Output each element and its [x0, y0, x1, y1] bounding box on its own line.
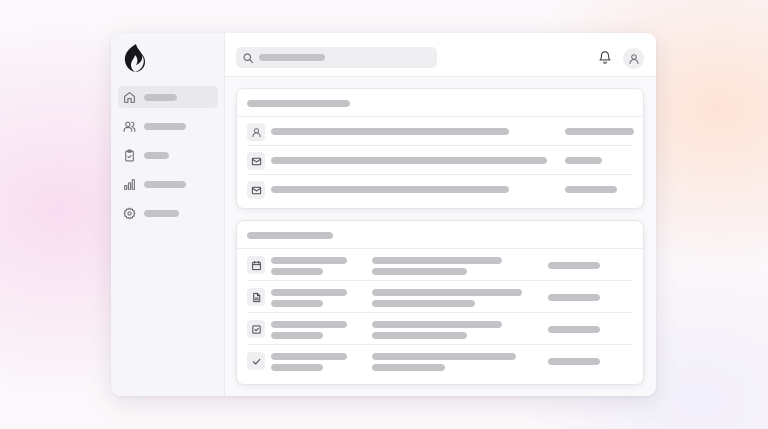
users-icon — [123, 121, 136, 132]
document-icon — [252, 292, 260, 302]
sidebar-item-analytics[interactable] — [118, 173, 218, 195]
bar-chart-icon — [124, 178, 135, 190]
avatar[interactable] — [623, 48, 644, 69]
row-desc-placeholder — [372, 332, 467, 339]
card-title-placeholder — [247, 100, 350, 107]
row-desc-placeholder — [372, 321, 502, 328]
row-text-placeholder — [271, 157, 547, 164]
row-icon — [247, 256, 265, 274]
user-icon — [628, 53, 639, 64]
sidebar-item-users[interactable] — [118, 115, 218, 137]
row-meta-placeholder — [548, 294, 600, 301]
row-meta-placeholder — [548, 358, 600, 365]
row-text-placeholder — [271, 186, 509, 193]
sidebar-item-label-placeholder — [144, 151, 169, 159]
sidebar-item-label-placeholder — [144, 93, 177, 101]
row-desc-placeholder — [372, 289, 522, 296]
top-bar — [225, 33, 656, 77]
sidebar-item-label-placeholder — [144, 122, 186, 130]
row-meta-placeholder — [565, 157, 602, 164]
sidebar-item-label-placeholder — [144, 209, 179, 217]
row-meta-placeholder — [565, 186, 617, 193]
mail-icon — [251, 157, 261, 165]
flame-logo-icon[interactable] — [122, 43, 148, 73]
sidebar-item-label-placeholder — [144, 180, 186, 188]
row-desc-placeholder — [372, 257, 502, 264]
checkbox-icon — [251, 324, 261, 334]
list-item[interactable] — [247, 175, 633, 204]
sidebar-nav — [118, 86, 218, 231]
row-icon — [247, 123, 265, 141]
row-title-placeholder — [271, 321, 347, 328]
list-item[interactable] — [247, 117, 634, 146]
row-meta-placeholder — [548, 262, 600, 269]
bell-icon[interactable] — [598, 50, 612, 64]
sidebar-item-settings[interactable] — [118, 202, 218, 224]
gear-icon — [123, 207, 136, 219]
row-desc-placeholder — [372, 353, 516, 360]
table-row[interactable] — [247, 249, 633, 281]
row-icon — [247, 152, 265, 170]
home-icon — [124, 91, 135, 103]
user-icon — [251, 127, 261, 137]
row-desc-placeholder — [372, 268, 467, 275]
row-icon — [247, 320, 265, 338]
row-desc-placeholder — [372, 300, 475, 307]
row-title-placeholder — [271, 289, 347, 296]
table-row[interactable] — [247, 313, 633, 345]
row-subtitle-placeholder — [271, 300, 323, 307]
app-window — [111, 33, 656, 396]
search-icon — [243, 52, 254, 63]
table-row[interactable] — [247, 345, 633, 377]
sidebar-item-home[interactable] — [118, 86, 218, 108]
row-subtitle-placeholder — [271, 268, 323, 275]
card-header — [237, 221, 643, 249]
row-meta-placeholder — [548, 326, 600, 333]
mail-icon — [251, 186, 261, 194]
calendar-icon — [251, 260, 261, 270]
card-title-placeholder — [247, 232, 333, 239]
card-header — [237, 89, 643, 117]
search-placeholder — [259, 54, 325, 61]
main-content — [225, 33, 656, 396]
row-subtitle-placeholder — [271, 332, 323, 339]
row-subtitle-placeholder — [271, 364, 323, 371]
sidebar — [111, 33, 225, 396]
row-desc-placeholder — [372, 364, 445, 371]
tasks-card — [236, 220, 644, 385]
row-title-placeholder — [271, 353, 347, 360]
row-meta-placeholder — [565, 128, 634, 135]
table-row[interactable] — [247, 281, 633, 313]
check-icon — [252, 358, 260, 365]
row-icon — [247, 181, 265, 199]
row-icon — [247, 352, 265, 370]
list-item[interactable] — [247, 146, 633, 175]
sidebar-item-tasks[interactable] — [118, 144, 218, 166]
row-title-placeholder — [271, 257, 347, 264]
clipboard-check-icon — [125, 149, 134, 161]
inbox-card — [236, 88, 644, 209]
row-icon — [247, 288, 265, 306]
search-input[interactable] — [236, 47, 437, 68]
row-text-placeholder — [271, 128, 509, 135]
